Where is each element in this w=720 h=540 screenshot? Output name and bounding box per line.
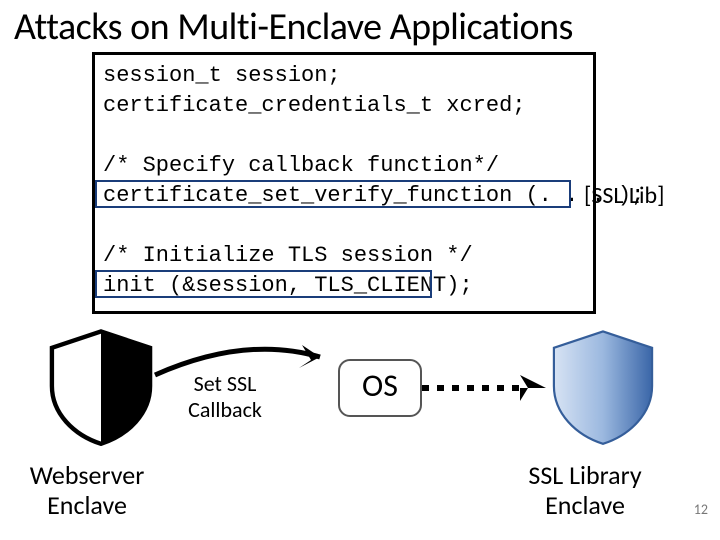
code-line: certificate_set_verify_function (. . . )… bbox=[103, 183, 644, 208]
shield-icon bbox=[46, 326, 156, 446]
code-line: /* Specify callback function*/ bbox=[103, 153, 499, 178]
code-line: init (&session, TLS_CLIENT); bbox=[103, 273, 473, 298]
code-block: session_t session; certificate_credentia… bbox=[92, 52, 596, 314]
webserver-enclave-label: Webserver Enclave bbox=[12, 460, 162, 520]
code-line: session_t session; bbox=[103, 63, 341, 88]
page-number: 12 bbox=[694, 501, 708, 518]
code-line: certificate_credentials_t xcred; bbox=[103, 93, 525, 118]
code-line: /* Initialize TLS session */ bbox=[103, 243, 473, 268]
slide-title: Attacks on Multi-Enclave Applications bbox=[14, 4, 573, 50]
ssl-library-enclave-label: SSL Library Enclave bbox=[500, 460, 670, 520]
dashed-arrow-icon bbox=[420, 373, 550, 403]
ssl-lib-annotation: [SSL Lib] bbox=[584, 181, 665, 210]
shield-icon bbox=[548, 326, 658, 446]
arrow-icon bbox=[150, 335, 340, 385]
os-box: OS bbox=[338, 359, 422, 417]
